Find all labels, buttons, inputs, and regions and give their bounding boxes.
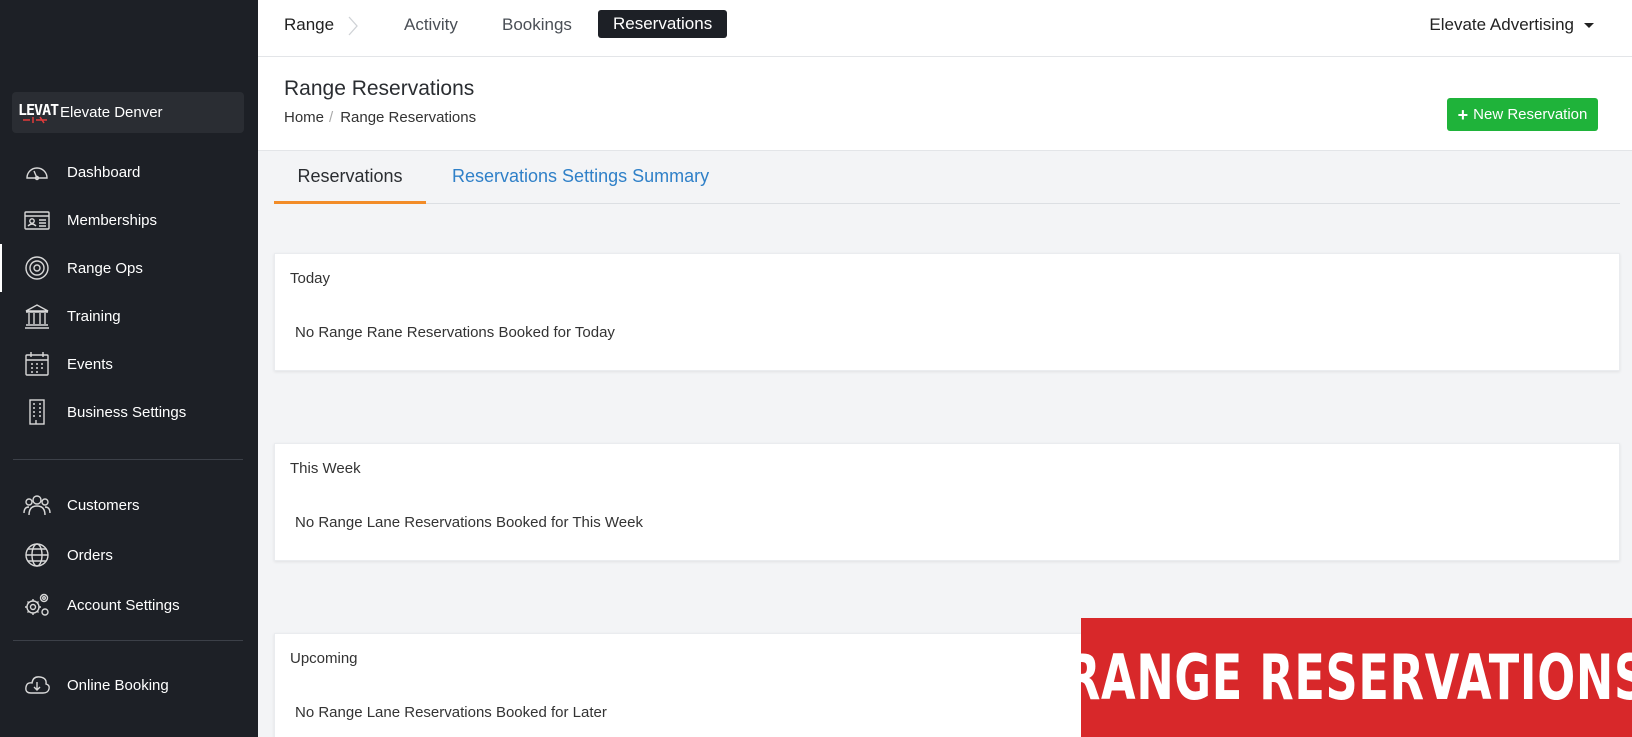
breadcrumb-separator: / <box>329 109 334 126</box>
tab-reservations[interactable]: Reservations <box>598 10 728 38</box>
sidebar: LEVAT Elevate Denver Dashboard Membershi… <box>0 0 258 737</box>
card-empty-message: No Range Lane Reservations Booked for La… <box>295 704 607 721</box>
banner-text: RANGE RESERVATIONS <box>1066 641 1632 714</box>
sidebar-item-orders[interactable]: Orders <box>0 531 258 579</box>
card-title: Upcoming <box>290 650 358 667</box>
card-today: Today No Range Rane Reservations Booked … <box>274 253 1620 371</box>
sidebar-item-label: Orders <box>67 546 113 564</box>
sidebar-item-account-settings[interactable]: Account Settings <box>0 581 258 629</box>
sidebar-item-label: Range Ops <box>67 259 143 277</box>
sidebar-item-label: Online Booking <box>67 676 169 694</box>
org-switcher[interactable]: LEVAT Elevate Denver <box>12 92 244 133</box>
calendar-icon <box>22 349 52 379</box>
sidebar-item-dashboard[interactable]: Dashboard <box>0 148 258 196</box>
sidebar-item-business-settings[interactable]: Business Settings <box>0 388 258 436</box>
sidebar-item-label: Account Settings <box>67 596 180 614</box>
gears-icon <box>22 590 52 620</box>
gauge-icon <box>22 157 52 187</box>
card-this-week: This Week No Range Lane Reservations Boo… <box>274 443 1620 561</box>
card-empty-message: No Range Rane Reservations Booked for To… <box>295 324 615 341</box>
tab-bookings[interactable]: Bookings <box>502 15 572 35</box>
plus-icon: + <box>1457 104 1469 125</box>
users-icon <box>22 490 52 520</box>
building-icon <box>22 397 52 427</box>
breadcrumb-home[interactable]: Home <box>284 109 324 126</box>
target-icon <box>22 253 52 283</box>
breadcrumb: Home / Range Reservations <box>284 109 476 126</box>
top-bar: Range Activity Bookings Reservations Ele… <box>258 0 1632 57</box>
tab-activity[interactable]: Activity <box>404 15 458 35</box>
card-title: Today <box>290 270 331 287</box>
sidebar-item-range-ops[interactable]: Range Ops <box>0 244 258 292</box>
id-card-icon <box>22 205 52 235</box>
account-name: Elevate Advertising <box>1429 15 1574 34</box>
cloud-download-icon <box>22 670 52 700</box>
card-empty-message: No Range Lane Reservations Booked for Th… <box>295 514 643 531</box>
tab-reservations-settings-summary[interactable]: Reservations Settings Summary <box>452 166 709 187</box>
sidebar-item-label: Dashboard <box>67 163 141 181</box>
new-reservation-button[interactable]: + New Reservation <box>1447 98 1598 131</box>
sidebar-divider <box>13 459 243 460</box>
card-title: This Week <box>290 460 361 477</box>
sidebar-item-label: Training <box>67 307 121 325</box>
sidebar-item-customers[interactable]: Customers <box>0 481 258 529</box>
org-name: Elevate Denver <box>60 104 163 121</box>
sidebar-item-label: Events <box>67 355 113 373</box>
org-logo: LEVAT <box>18 99 59 127</box>
sidebar-item-events[interactable]: Events <box>0 340 258 388</box>
title-banner: RANGE RESERVATIONS <box>1066 618 1632 737</box>
sidebar-divider <box>13 640 243 641</box>
sidebar-item-training[interactable]: Training <box>0 292 258 340</box>
new-reservation-label: New Reservation <box>1473 106 1588 123</box>
section-title[interactable]: Range <box>284 15 334 35</box>
sidebar-item-memberships[interactable]: Memberships <box>0 196 258 244</box>
caret-down-icon <box>1584 22 1594 28</box>
institution-icon <box>22 301 52 331</box>
page-title: Range Reservations <box>284 77 475 100</box>
content-tabs: Reservations Reservations Settings Summa… <box>274 152 1620 204</box>
page-header: Range Reservations Home / Range Reservat… <box>258 57 1632 151</box>
sidebar-item-online-booking[interactable]: Online Booking <box>0 661 258 709</box>
account-menu[interactable]: Elevate Advertising <box>1429 15 1594 35</box>
globe-icon <box>22 540 52 570</box>
sidebar-item-label: Business Settings <box>67 403 187 421</box>
chevron-right-icon <box>348 16 358 36</box>
tab-reservations-list[interactable]: Reservations <box>274 166 426 204</box>
sidebar-item-label: Memberships <box>67 211 158 229</box>
breadcrumb-current: Range Reservations <box>340 109 477 126</box>
sidebar-item-label: Customers <box>67 496 140 514</box>
